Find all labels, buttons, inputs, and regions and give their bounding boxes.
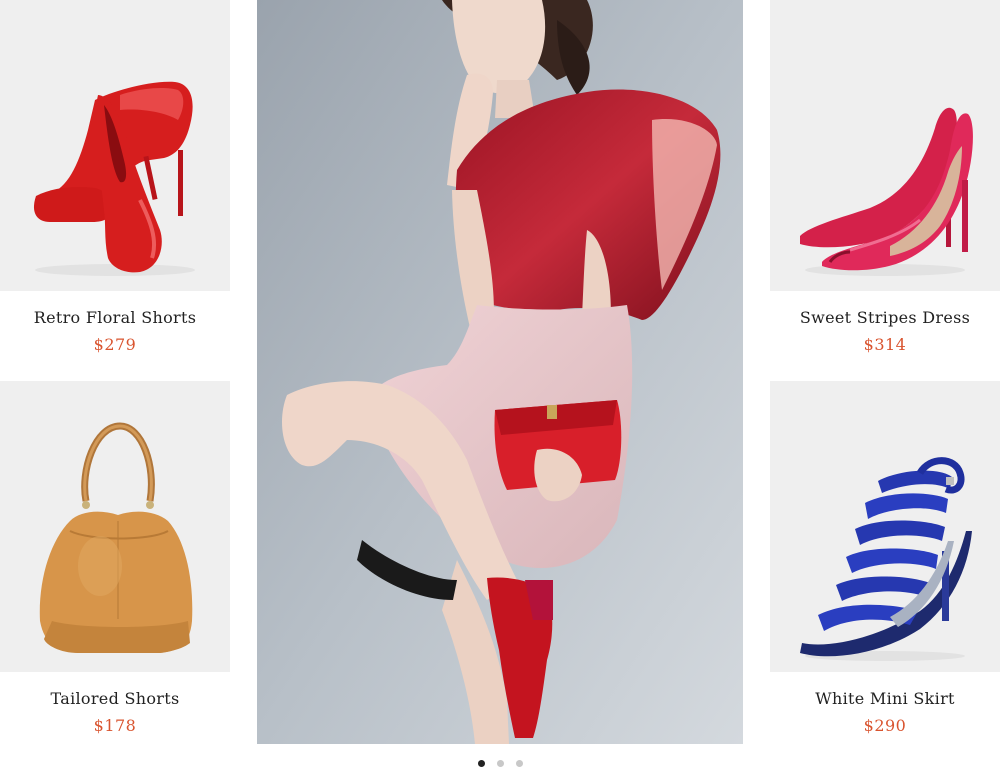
blue-sandal-icon: [800, 457, 972, 661]
product-name[interactable]: Retro Floral Shorts: [0, 308, 230, 327]
product-name[interactable]: Sweet Stripes Dress: [770, 308, 1000, 327]
product-card-retro-floral-shorts[interactable]: Retro Floral Shorts $279: [0, 0, 230, 380]
pagination-dot-2[interactable]: [496, 760, 504, 767]
product-name[interactable]: Tailored Shorts: [0, 689, 230, 708]
product-card-white-mini-skirt[interactable]: White Mini Skirt $290: [770, 381, 1000, 761]
product-name[interactable]: White Mini Skirt: [770, 689, 1000, 708]
pagination-dot-3[interactable]: [515, 760, 523, 767]
red-pumps-icon: [33, 81, 195, 276]
pink-peeptoe-icon: [800, 107, 973, 276]
model-photo: [257, 0, 743, 744]
product-card-sweet-stripes-dress[interactable]: Sweet Stripes Dress $314: [770, 0, 1000, 380]
product-price: $314: [863, 335, 907, 354]
carousel-pagination: [0, 760, 1000, 768]
product-image[interactable]: [0, 381, 230, 672]
hero-model-image[interactable]: [257, 0, 743, 744]
product-price: $178: [93, 716, 137, 735]
tan-handbag-icon: [39, 422, 193, 653]
product-price: $290: [863, 716, 907, 735]
product-card-tailored-shorts[interactable]: Tailored Shorts $178: [0, 381, 230, 761]
product-image[interactable]: [770, 0, 1000, 291]
product-price: $279: [93, 335, 137, 354]
pagination-dot-1[interactable]: [477, 760, 485, 767]
product-image[interactable]: [770, 381, 1000, 672]
product-image[interactable]: [0, 0, 230, 291]
